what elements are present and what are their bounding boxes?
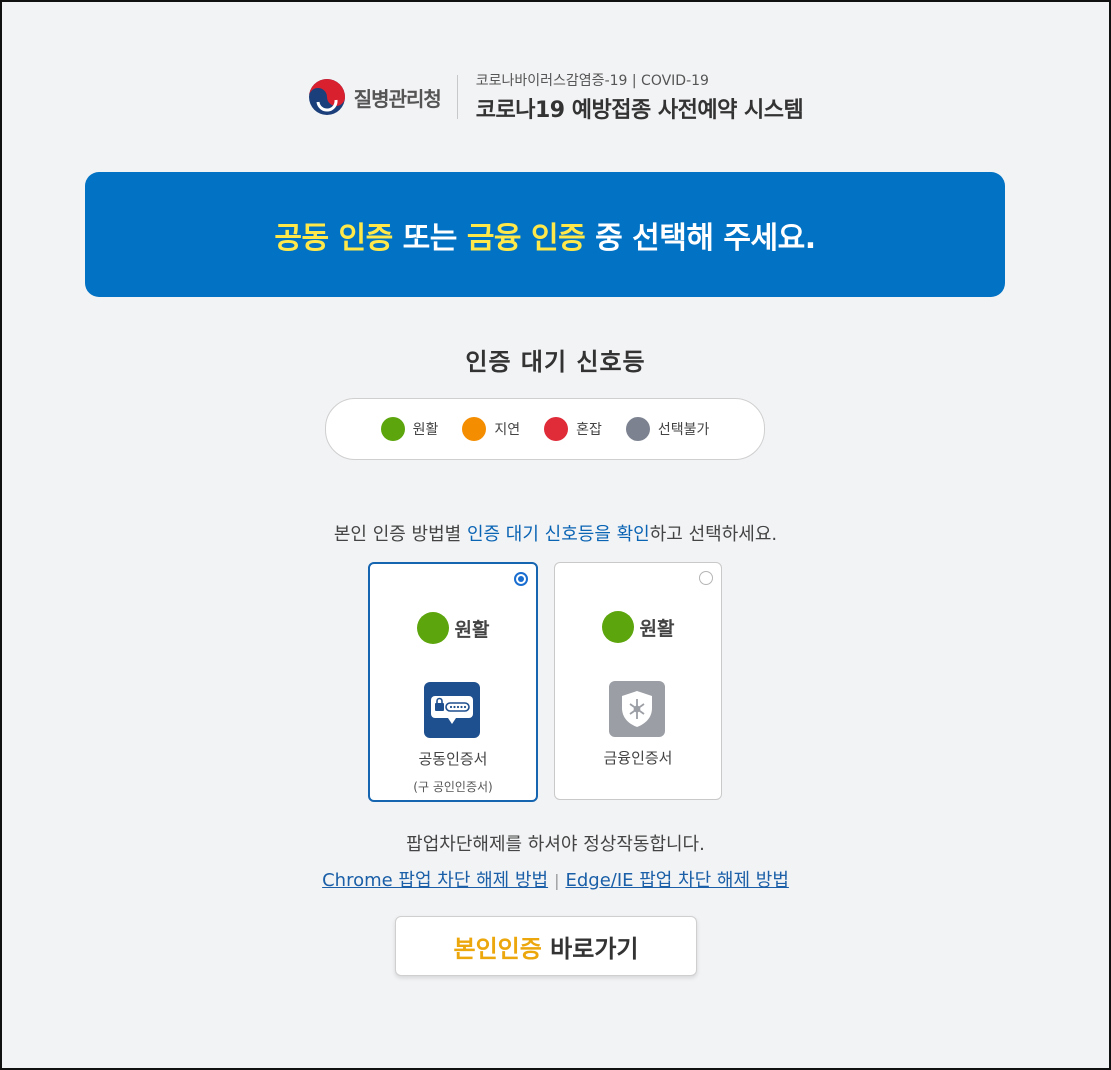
card-note: (구 공인인증서) (413, 780, 493, 794)
go-button-highlight: 본인인증 (453, 934, 542, 963)
legend-label: 선택불가 (657, 422, 710, 438)
instruction-highlight: 인증 대기 신호등을 확인 (466, 524, 650, 545)
edge-popup-help-link[interactable]: Edge/IE 팝업 차단 해제 방법 (565, 870, 788, 891)
legend-item-delay: 지연 (462, 417, 520, 441)
green-status-icon (416, 612, 449, 644)
legend-label: 혼잡 (576, 422, 602, 438)
card-name: 공동인증서 (418, 750, 488, 768)
legend-label: 원활 (412, 422, 439, 438)
card-name: 금융인증서 (603, 749, 673, 767)
green-dot-icon (380, 417, 405, 441)
green-status-icon (601, 611, 634, 643)
legend-item-unavailable: 선택불가 (625, 417, 710, 441)
status-row: 원활 (370, 612, 536, 644)
instruction-text-2: 하고 선택하세요. (649, 524, 778, 545)
org-name: 질병관리청 (353, 86, 442, 111)
radio-financial-certificate[interactable] (699, 571, 713, 585)
status-label: 원활 (639, 617, 675, 640)
radio-joint-certificate[interactable] (514, 572, 528, 586)
chrome-popup-help-link[interactable]: Chrome 팝업 차단 해제 방법 (322, 870, 548, 891)
banner-text-or: 또는 (392, 220, 467, 256)
kdca-logo[interactable]: 질병관리청 (308, 75, 458, 119)
gray-dot-icon (625, 417, 650, 441)
legend-label: 지연 (494, 422, 521, 438)
legend-item-smooth: 원활 (380, 417, 439, 441)
identity-verification-button[interactable]: 본인인증 바로가기 (395, 916, 697, 976)
legend-item-congested: 혼잡 (544, 417, 602, 441)
signal-legend: 원활 지연 혼잡 선택불가 (325, 398, 765, 460)
status-label: 원활 (454, 618, 490, 641)
banner-highlight-financial: 금융 인증 (466, 220, 586, 256)
certificate-lock-icon (424, 682, 480, 738)
site-title: 코로나19 예방접종 사전예약 시스템 (475, 98, 804, 123)
header: 질병관리청 코로나바이러스감염증-19 | COVID-19 코로나19 예방접… (2, 70, 1109, 124)
banner-text-select: 중 선택해 주세요. (585, 220, 816, 256)
joint-certificate-option[interactable]: 원활 공동인증서 (구 공인인증서) (368, 562, 538, 802)
go-button-label: 바로가기 (541, 934, 639, 963)
selection-instruction: 본인 인증 방법별 인증 대기 신호등을 확인하고 선택하세요. (2, 520, 1109, 546)
status-row: 원활 (555, 611, 721, 643)
site-subtitle: 코로나바이러스감염증-19 | COVID-19 (475, 73, 709, 89)
title-block: 코로나바이러스감염증-19 | COVID-19 코로나19 예방접종 사전예약… (458, 70, 804, 124)
financial-certificate-option[interactable]: 원활 금융인증서 (554, 562, 722, 800)
taegeuk-logo-icon (308, 79, 345, 115)
banner-highlight-joint: 공동 인증 (274, 220, 393, 256)
popup-help-links: Chrome 팝업 차단 해제 방법 | Edge/IE 팝업 차단 해제 방법 (2, 866, 1109, 892)
orange-dot-icon (462, 417, 487, 441)
instruction-text-1: 본인 인증 방법별 (333, 524, 467, 545)
red-dot-icon (544, 417, 569, 441)
shield-key-icon (609, 681, 665, 737)
popup-block-note: 팝업차단해제를 하셔야 정상작동합니다. (406, 834, 705, 855)
signal-title: 인증 대기 신호등 (465, 348, 646, 376)
link-separator: | (554, 871, 560, 890)
instruction-banner: 공동 인증 또는 금융 인증 중 선택해 주세요. (85, 172, 1005, 297)
